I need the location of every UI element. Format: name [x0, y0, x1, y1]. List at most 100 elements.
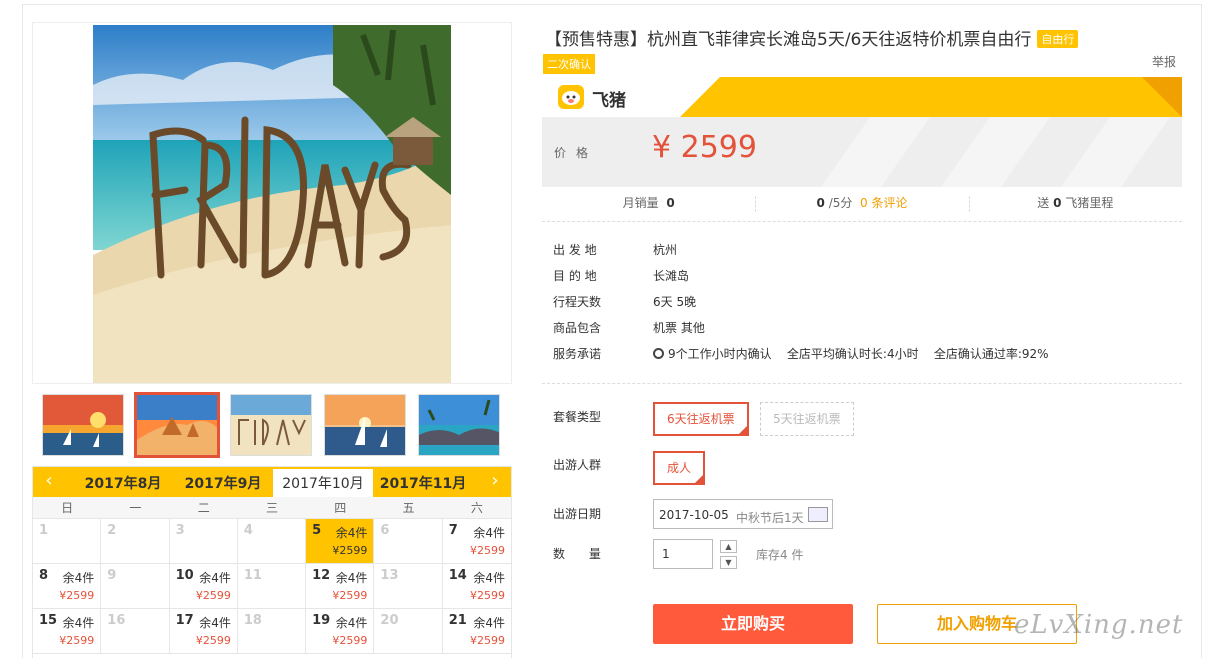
traveler-option-adult[interactable]: 成人	[653, 451, 706, 485]
info-label: 商品包含	[553, 321, 602, 335]
calendar-day-number: 20	[380, 613, 399, 628]
thumbnail-3[interactable]	[230, 394, 312, 456]
price-box: 价格 ¥ 2599	[542, 117, 1182, 187]
calendar-header: ‹ 2017年8月 2017年9月 2017年10月 2017年11月 ›	[33, 467, 511, 497]
info-label: 服务承诺	[553, 347, 602, 361]
calendar-day-price: ¥2599	[469, 634, 505, 647]
main-image-panel	[32, 22, 512, 384]
calendar-day: 1	[33, 519, 102, 564]
calendar-day-price: ¥2599	[332, 589, 368, 602]
calendar-day: 11	[237, 564, 307, 609]
calendar-day-number: 12	[312, 568, 331, 583]
calendar-day: 16	[101, 609, 170, 654]
calendar-day-stock: 余4件	[473, 571, 505, 585]
report-link[interactable]: 举报	[1152, 53, 1176, 70]
thumbnail-strip	[32, 386, 512, 464]
calendar-day-stock: 余4件	[62, 571, 95, 585]
thumbnail-2[interactable]	[134, 392, 220, 458]
calendar-day-stock: 余4件	[473, 616, 505, 630]
monthly-sales: 月销量 0	[622, 196, 675, 210]
calendar-day-number: 1	[39, 523, 49, 538]
info-label: 目 的 地	[553, 269, 597, 283]
quantity-increase-icon[interactable]: ▲	[720, 540, 737, 553]
calendar-month-tab[interactable]: 2017年8月	[73, 467, 173, 497]
info-value: 6天 5晚	[653, 295, 697, 309]
calendar-day-price: ¥2599	[59, 634, 95, 647]
product-title: 【预售特惠】杭州直飞菲律宾长滩岛5天/6天往返特价机票自由行 自由行	[545, 25, 1079, 50]
calendar-day-stock: 余4件	[335, 571, 368, 585]
product-info: 出 发 地 杭州 目 的 地 长滩岛 行程天数 6天 5晚 商品包含 机票 其他 服务承…	[553, 240, 1153, 370]
package-option-6day[interactable]: 6天往返机票	[653, 402, 749, 436]
calendar-day[interactable]: 8 余4件 ¥2599	[33, 564, 102, 609]
calendar-day: 4	[237, 519, 307, 564]
thumbnail-5[interactable]	[418, 394, 500, 456]
calendar-month-tab-active[interactable]: 2017年10月	[273, 469, 373, 497]
calendar-day: 13	[374, 564, 443, 609]
package-type-label: 套餐类型	[553, 410, 602, 424]
calendar-icon[interactable]	[808, 507, 828, 522]
calendar-day-number: 8	[39, 568, 49, 583]
free-travel-tag: 自由行	[1037, 30, 1079, 48]
brand-bar: 飞猪	[542, 77, 1182, 117]
calendar-day-price: ¥2599	[469, 589, 505, 602]
info-value: 机票 其他	[653, 321, 705, 335]
reviews-link[interactable]: 0 条评论	[860, 196, 907, 210]
price-value: ¥ 2599	[652, 130, 757, 165]
calendar-day[interactable]: 7 余4件 ¥2599	[442, 519, 511, 564]
calendar-day-stock: 余4件	[335, 616, 368, 630]
thumbnail-4[interactable]	[324, 394, 406, 456]
calendar-day[interactable]: 15 余4件 ¥2599	[33, 609, 102, 654]
info-label: 出 发 地	[553, 243, 597, 257]
calendar-day[interactable]: 19 余4件 ¥2599	[306, 609, 375, 654]
calendar-month-tab[interactable]: 2017年11月	[373, 467, 473, 497]
calendar-day-price: ¥2599	[332, 634, 368, 647]
calendar-next-icon[interactable]: ›	[479, 467, 511, 497]
calendar-day[interactable]: 10 余4件 ¥2599	[169, 564, 238, 609]
calendar-day-number: 19	[312, 613, 331, 628]
calendar-day[interactable]: 17 余4件 ¥2599	[169, 609, 238, 654]
weekday-label: 五	[402, 501, 415, 515]
calendar-day-selected[interactable]: 5 余4件 ¥2599	[306, 519, 375, 564]
calendar-day[interactable]: 21 余4件 ¥2599	[442, 609, 511, 654]
main-product-image	[93, 25, 451, 383]
calendar-day: 18	[237, 609, 307, 654]
calendar-prev-icon[interactable]: ‹	[33, 467, 65, 497]
quantity-decrease-icon[interactable]: ▼	[720, 556, 737, 569]
calendar-day-number: 5	[312, 523, 322, 538]
calendar-day-number: 7	[448, 523, 458, 538]
calendar-day-number: 4	[243, 523, 253, 538]
calendar-day-number: 15	[39, 613, 58, 628]
price-label: 价格	[554, 146, 599, 160]
calendar-day-number: 3	[175, 523, 185, 538]
divider	[542, 383, 1182, 384]
calendar-day-stock: 余4件	[199, 616, 231, 630]
weekday-label: 一	[129, 501, 142, 515]
calendar-day-number: 21	[448, 613, 467, 628]
calendar-day-number: 14	[448, 568, 467, 583]
package-option-5day[interactable]: 5天往返机票	[760, 402, 854, 436]
calendar-day-number: 9	[107, 568, 117, 583]
calendar-day: 6	[374, 519, 443, 564]
info-value: 长滩岛	[653, 269, 690, 283]
calendar-weekdays: 日一二三四五六	[33, 497, 511, 519]
weekday-label: 四	[334, 501, 347, 515]
calendar-day: 2	[101, 519, 170, 564]
calendar-day[interactable]: 14 余4件 ¥2599	[442, 564, 511, 609]
calendar-month-tab[interactable]: 2017年9月	[173, 467, 273, 497]
weekday-label: 六	[470, 501, 483, 515]
calendar-day[interactable]: 12 余4件 ¥2599	[306, 564, 375, 609]
mileage-gift: 送 0 飞猪里程	[968, 190, 1182, 221]
calendar-day-price: ¥2599	[59, 589, 95, 602]
calendar-day-number: 2	[107, 523, 117, 538]
travel-date-input[interactable]: 2017-10-05 中秋节后1天	[653, 499, 833, 529]
info-value: 杭州	[653, 243, 678, 257]
calendar-day-price: ¥2599	[195, 589, 231, 602]
buy-now-button[interactable]: 立即购买	[653, 604, 853, 644]
calendar-day-number: 6	[380, 523, 390, 538]
price-calendar: ‹ 2017年8月 2017年9月 2017年10月 2017年11月 › 日 一…	[32, 466, 512, 658]
service-promises: 9个工作小时内确认 全店平均确认时长:4小时 全店确认通过率:92%	[653, 344, 1049, 364]
quantity-input[interactable]: 1	[653, 539, 713, 569]
site-watermark: eLvXing.net	[1014, 610, 1184, 640]
thumbnail-1[interactable]	[42, 394, 124, 456]
calendar-day-number: 16	[107, 613, 126, 628]
